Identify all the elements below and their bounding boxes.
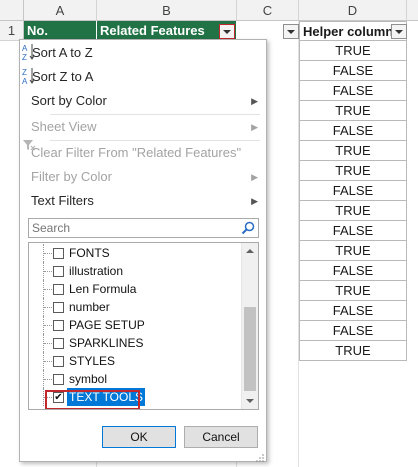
menu-label: Sort Z to A bbox=[32, 69, 94, 84]
helper-value-cell[interactable]: TRUE bbox=[299, 341, 407, 361]
helper-value-cell[interactable]: TRUE bbox=[299, 241, 407, 261]
filter-list-item[interactable]: illustration bbox=[29, 262, 239, 280]
clear-filter-icon bbox=[22, 138, 36, 154]
tree-connector bbox=[43, 298, 52, 316]
filter-list-item[interactable]: number bbox=[29, 298, 239, 316]
filter-item-label: SPARKLINES bbox=[69, 336, 144, 350]
checkbox-unchecked[interactable] bbox=[53, 338, 64, 349]
autofilter-dropdown-panel: AZ Sort A to Z ZA Sort Z to A Sort by Co… bbox=[19, 39, 267, 462]
helper-value-cell[interactable]: FALSE bbox=[299, 221, 407, 241]
column-header-a[interactable]: A bbox=[24, 0, 97, 21]
submenu-arrow-icon: ▶ bbox=[251, 122, 258, 132]
sort-az-icon: AZ bbox=[22, 41, 36, 65]
column-header-c[interactable]: C bbox=[237, 0, 299, 21]
helper-value-cell[interactable]: FALSE bbox=[299, 121, 407, 141]
helper-value-cell[interactable]: TRUE bbox=[299, 201, 407, 221]
filter-list-item[interactable]: symbol bbox=[29, 370, 239, 388]
filter-values-list[interactable]: FONTS illustration Len Formula number PAGE S… bbox=[28, 242, 259, 410]
helper-value-cell[interactable]: FALSE bbox=[299, 81, 407, 101]
column-header-b[interactable]: B bbox=[97, 0, 237, 21]
column-header-e[interactable] bbox=[407, 0, 418, 21]
filter-list-item[interactable]: SPARKLINES bbox=[29, 334, 239, 352]
menu-label: Sort A to Z bbox=[32, 45, 93, 60]
header-cell-related-features[interactable]: Related Features bbox=[97, 21, 237, 41]
menu-label: Sheet View bbox=[31, 119, 97, 134]
filter-item-label: Len Formula bbox=[69, 282, 137, 296]
tree-connector bbox=[43, 334, 52, 352]
menu-label: Text Filters bbox=[31, 193, 94, 208]
header-cell-no[interactable]: No. bbox=[24, 21, 97, 41]
checkbox-unchecked[interactable] bbox=[53, 356, 64, 367]
column-header-d[interactable]: D bbox=[299, 0, 407, 21]
checkbox-unchecked[interactable] bbox=[53, 248, 64, 259]
submenu-arrow-icon: ▶ bbox=[251, 196, 258, 206]
filter-item-label: number bbox=[69, 300, 110, 314]
cancel-button[interactable]: Cancel bbox=[184, 426, 258, 448]
search-icon bbox=[241, 221, 255, 235]
helper-value-cell[interactable]: FALSE bbox=[299, 61, 407, 81]
helper-value-cell[interactable]: TRUE bbox=[299, 141, 407, 161]
scroll-up-icon[interactable] bbox=[246, 249, 254, 253]
submenu-arrow-icon: ▶ bbox=[251, 96, 258, 106]
menu-label: Filter by Color bbox=[31, 169, 112, 184]
menu-label: Clear Filter From "Related Features" bbox=[31, 145, 242, 160]
resize-grip-icon[interactable] bbox=[256, 451, 264, 462]
menu-sort-by-color[interactable]: Sort by Color ▶ bbox=[20, 89, 266, 113]
checkbox-unchecked[interactable] bbox=[53, 302, 64, 313]
filter-list-item[interactable]: FONTS bbox=[29, 244, 239, 262]
ok-button[interactable]: OK bbox=[102, 426, 176, 448]
filter-item-label: FONTS bbox=[69, 246, 110, 260]
tree-connector bbox=[43, 280, 52, 298]
helper-value-cell[interactable]: TRUE bbox=[299, 101, 407, 121]
filter-dropdown-button-helper-column[interactable] bbox=[391, 24, 407, 39]
tree-connector bbox=[43, 352, 52, 370]
filter-dropdown-button-related-features[interactable] bbox=[219, 24, 235, 39]
helper-value-cell[interactable]: TRUE bbox=[299, 161, 407, 181]
helper-value-cell[interactable]: TRUE bbox=[299, 41, 407, 61]
svg-text:A: A bbox=[22, 44, 28, 53]
tree-connector bbox=[43, 370, 52, 388]
filter-search-box[interactable] bbox=[28, 218, 259, 238]
menu-sort-z-to-a[interactable]: ZA Sort Z to A bbox=[20, 65, 266, 89]
svg-text:Z: Z bbox=[22, 53, 27, 62]
sort-za-icon: ZA bbox=[22, 65, 36, 89]
list-scrollbar[interactable] bbox=[241, 243, 258, 409]
checkbox-unchecked[interactable] bbox=[53, 320, 64, 331]
menu-label: Sort by Color bbox=[31, 93, 107, 108]
checkbox-unchecked[interactable] bbox=[53, 374, 64, 385]
helper-value-cell[interactable]: FALSE bbox=[299, 261, 407, 281]
svg-text:Z: Z bbox=[22, 68, 27, 77]
filter-list-item[interactable]: PAGE SETUP bbox=[29, 316, 239, 334]
select-all-corner[interactable] bbox=[0, 0, 24, 21]
filter-list-item[interactable]: Len Formula bbox=[29, 280, 239, 298]
filter-list-item[interactable]: STYLES bbox=[29, 352, 239, 370]
filter-item-label: symbol bbox=[69, 372, 108, 386]
selection-highlight-box bbox=[45, 390, 140, 409]
row-header-1[interactable]: 1 bbox=[0, 21, 24, 41]
helper-value-cell[interactable]: TRUE bbox=[299, 281, 407, 301]
filter-item-label: illustration bbox=[69, 264, 124, 278]
helper-value-cell[interactable]: FALSE bbox=[299, 181, 407, 201]
tree-connector bbox=[43, 262, 52, 280]
menu-filter-by-color: Filter by Color ▶ bbox=[20, 165, 266, 189]
helper-value-cell[interactable]: FALSE bbox=[299, 321, 407, 341]
tree-connector bbox=[43, 244, 52, 262]
search-input[interactable] bbox=[29, 219, 229, 237]
scroll-down-icon[interactable] bbox=[246, 399, 254, 403]
svg-text:A: A bbox=[22, 77, 28, 86]
scrollbar-thumb[interactable] bbox=[244, 307, 256, 391]
checkbox-unchecked[interactable] bbox=[53, 284, 64, 295]
menu-sort-a-to-z[interactable]: AZ Sort A to Z bbox=[20, 41, 266, 65]
checkbox-unchecked[interactable] bbox=[53, 266, 64, 277]
menu-text-filters[interactable]: Text Filters ▶ bbox=[20, 189, 266, 213]
filter-item-label: STYLES bbox=[69, 354, 116, 368]
filter-item-label: PAGE SETUP bbox=[69, 318, 145, 332]
menu-clear-filter: Clear Filter From "Related Features" bbox=[20, 138, 266, 165]
tree-connector bbox=[43, 316, 52, 334]
menu-sheet-view: Sheet View ▶ bbox=[20, 115, 266, 139]
submenu-arrow-icon: ▶ bbox=[251, 172, 258, 182]
filter-dropdown-button-c[interactable] bbox=[283, 24, 299, 39]
helper-value-cell[interactable]: FALSE bbox=[299, 301, 407, 321]
